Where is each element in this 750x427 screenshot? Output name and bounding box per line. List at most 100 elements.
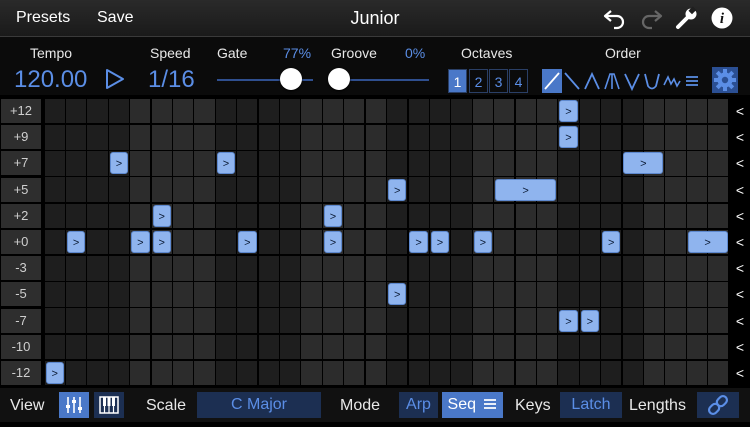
step-cell[interactable]: [451, 203, 472, 229]
step-cell[interactable]: [708, 98, 729, 124]
step-cell[interactable]: [108, 98, 130, 124]
step-cell[interactable]: [686, 282, 707, 307]
step-cell[interactable]: [130, 203, 151, 229]
step-cell[interactable]: [44, 229, 65, 255]
step-cell[interactable]: [194, 125, 215, 150]
step-cell[interactable]: [494, 98, 515, 124]
step-cell[interactable]: [472, 203, 493, 229]
step-cell[interactable]: [558, 151, 579, 176]
step-cell[interactable]: [151, 308, 172, 333]
step-cell[interactable]: [515, 203, 536, 229]
step-cell[interactable]: [344, 256, 365, 281]
step-cell[interactable]: [515, 360, 536, 386]
step-cell[interactable]: [151, 360, 172, 386]
step-cell[interactable]: [365, 98, 386, 124]
row-arrow[interactable]: <: [733, 125, 747, 149]
step-cell[interactable]: [558, 334, 579, 360]
step-cell[interactable]: [215, 177, 237, 202]
step-cell[interactable]: [708, 282, 729, 307]
step-cell[interactable]: [579, 229, 600, 255]
step-cell[interactable]: [365, 256, 386, 281]
step-cell[interactable]: [708, 360, 729, 386]
step-cell[interactable]: [579, 203, 600, 229]
row-arrow[interactable]: <: [733, 151, 747, 175]
step-cell[interactable]: [365, 125, 386, 150]
step-cell[interactable]: [708, 308, 729, 333]
step-cell[interactable]: [44, 98, 65, 124]
step-cell[interactable]: [301, 98, 322, 124]
step-cell[interactable]: [387, 308, 408, 333]
step-cell[interactable]: [258, 125, 279, 150]
step-cell[interactable]: [215, 98, 237, 124]
step-cell[interactable]: [344, 151, 365, 176]
step-cell[interactable]: [515, 334, 536, 360]
step-cell[interactable]: [151, 98, 172, 124]
octave-button-1[interactable]: 1: [448, 69, 467, 93]
order-down-up-repeat-icon[interactable]: [642, 69, 662, 93]
link-icon[interactable]: [697, 392, 739, 418]
step-cell[interactable]: [194, 229, 215, 255]
step-cell[interactable]: [344, 125, 365, 150]
step-cell[interactable]: [194, 98, 215, 124]
step-cell[interactable]: [665, 229, 686, 255]
step-cell[interactable]: [579, 98, 600, 124]
step-cell[interactable]: [686, 334, 707, 360]
step-cell[interactable]: [494, 125, 515, 150]
step-cell[interactable]: [536, 151, 558, 176]
step-cell[interactable]: [87, 334, 108, 360]
step-cell[interactable]: [130, 334, 151, 360]
step-cell[interactable]: [429, 360, 451, 386]
step-cell[interactable]: [151, 125, 172, 150]
step-cell[interactable]: [601, 282, 622, 307]
step-cell[interactable]: [429, 177, 451, 202]
step-cell[interactable]: [173, 177, 194, 202]
step-cell[interactable]: [686, 203, 707, 229]
note-block[interactable]: >: [152, 204, 171, 227]
step-cell[interactable]: [708, 125, 729, 150]
step-cell[interactable]: [108, 203, 130, 229]
step-cell[interactable]: [87, 308, 108, 333]
step-cell[interactable]: [536, 282, 558, 307]
step-cell[interactable]: [665, 334, 686, 360]
step-cell[interactable]: [579, 256, 600, 281]
step-cell[interactable]: [66, 334, 87, 360]
note-block[interactable]: >: [495, 178, 557, 201]
step-cell[interactable]: [408, 125, 429, 150]
step-cell[interactable]: [173, 282, 194, 307]
step-cell[interactable]: [44, 125, 65, 150]
step-cell[interactable]: [87, 360, 108, 386]
step-cell[interactable]: [472, 334, 493, 360]
order-random-icon[interactable]: [662, 69, 682, 93]
step-cell[interactable]: [643, 308, 665, 333]
step-cell[interactable]: [66, 98, 87, 124]
step-cell[interactable]: [622, 98, 643, 124]
step-cell[interactable]: [66, 282, 87, 307]
step-cell[interactable]: [44, 203, 65, 229]
step-cell[interactable]: [429, 151, 451, 176]
step-cell[interactable]: [451, 308, 472, 333]
step-cell[interactable]: [108, 256, 130, 281]
step-cell[interactable]: [173, 203, 194, 229]
step-cell[interactable]: [66, 308, 87, 333]
step-cell[interactable]: [665, 203, 686, 229]
step-cell[interactable]: [44, 177, 65, 202]
step-cell[interactable]: [215, 282, 237, 307]
mode-seq-button[interactable]: Seq: [442, 392, 503, 418]
step-cell[interactable]: [258, 151, 279, 176]
step-cell[interactable]: [622, 334, 643, 360]
step-cell[interactable]: [558, 229, 579, 255]
step-cell[interactable]: [108, 125, 130, 150]
note-block[interactable]: >: [409, 231, 428, 253]
note-block[interactable]: >: [45, 362, 64, 384]
note-block[interactable]: >: [473, 231, 493, 253]
step-cell[interactable]: [387, 151, 408, 176]
step-cell[interactable]: [151, 177, 172, 202]
step-cell[interactable]: [429, 282, 451, 307]
step-cell[interactable]: [515, 229, 536, 255]
undo-icon[interactable]: [602, 6, 628, 30]
octave-button-2[interactable]: 2: [469, 69, 488, 93]
step-cell[interactable]: [301, 256, 322, 281]
step-cell[interactable]: [194, 334, 215, 360]
step-cell[interactable]: [301, 177, 322, 202]
row-arrow[interactable]: <: [733, 361, 747, 385]
